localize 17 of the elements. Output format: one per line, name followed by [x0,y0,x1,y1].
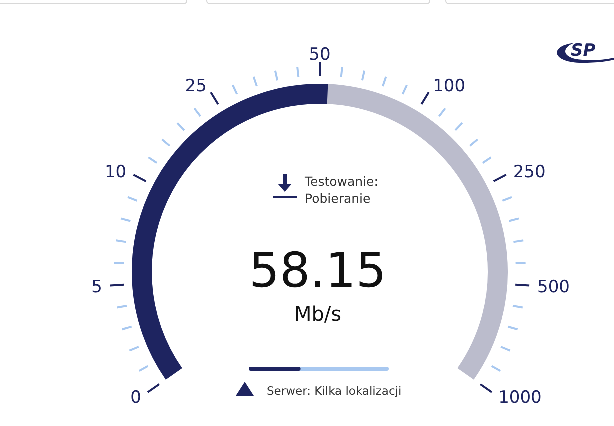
download-icon [273,174,297,198]
scale-label: 5 [92,277,102,298]
scale-label: 25 [185,76,207,97]
scale-label: 1000 [498,388,542,408]
status-label: Testowanie: [305,174,378,189]
speed-unit: Mb/s [294,302,342,326]
scale-label: 10 [105,162,127,182]
status-value: Pobieranie [305,191,371,206]
logo: SP [557,41,614,63]
scale-label: 0 [130,388,142,408]
server-label: Serwer: Kilka lokalizacji [267,384,402,398]
scale-label: 100 [433,76,466,97]
speed-value: 58.15 [249,243,387,299]
triangle-icon [236,382,254,396]
scale-label: 250 [513,162,546,182]
scale-label: 50 [309,45,331,65]
scale-label: 500 [538,277,570,298]
